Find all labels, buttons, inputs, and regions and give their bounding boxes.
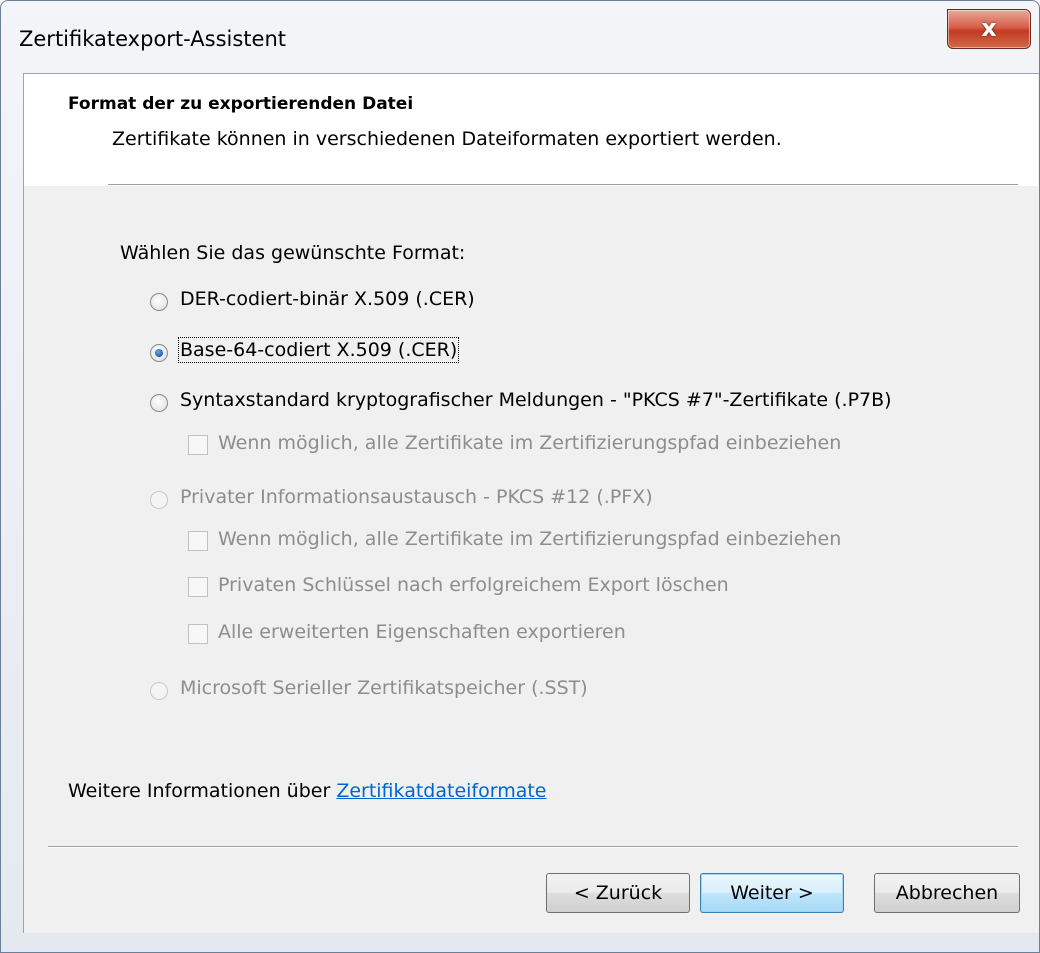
radio-der[interactable] [150,293,168,311]
checkbox-pfx-delete-key[interactable] [188,577,208,597]
checkbox-pfx-include-all-label: Wenn möglich, alle Zertifikate im Zertif… [218,528,842,550]
page-subtitle: Zertifikate können in verschiedenen Date… [112,128,782,150]
wizard-header: Format der zu exportierenden Datei Zerti… [24,74,1038,186]
radio-pfx-label: Privater Informationsaustausch - PKCS #1… [180,486,653,508]
close-icon: x [981,14,997,42]
footer-divider [48,846,1018,848]
more-info-text: Weitere Informationen über [68,780,331,802]
more-info: Weitere Informationen über Zertifikatdat… [68,780,547,802]
radio-pkcs7-label[interactable]: Syntaxstandard kryptografischer Meldunge… [180,389,892,411]
radio-der-label[interactable]: DER-codiert-binär X.509 (.CER) [180,288,475,310]
checkbox-pfx-export-props-label: Alle erweiterten Eigenschaften exportier… [218,621,626,643]
radio-sst[interactable] [150,682,168,700]
radio-pfx[interactable] [150,491,168,509]
next-button[interactable]: Weiter > [700,873,844,913]
close-button[interactable]: x [947,9,1031,49]
radio-pkcs7[interactable] [150,394,168,412]
cancel-button[interactable]: Abbrechen [874,873,1020,913]
checkbox-pfx-delete-key-label: Privaten Schlüssel nach erfolgreichem Ex… [218,574,729,596]
format-prompt: Wählen Sie das gewünschte Format: [120,242,466,264]
checkbox-pfx-include-all[interactable] [188,531,208,551]
checkbox-pkcs7-include-all[interactable] [188,435,208,455]
radio-base64[interactable] [150,344,168,362]
checkbox-pfx-export-props[interactable] [188,624,208,644]
wizard-client-area: Format der zu exportierenden Datei Zerti… [23,73,1039,933]
cert-formats-link[interactable]: Zertifikatdateiformate [336,780,546,802]
radio-base64-label[interactable]: Base-64-codiert X.509 (.CER) [177,337,460,363]
radio-sst-label: Microsoft Serieller Zertifikatspeicher (… [180,677,588,699]
title-bar[interactable]: Zertifikatexport-Assistent x [1,1,1039,81]
window-title: Zertifikatexport-Assistent [19,27,286,51]
page-title: Format der zu exportierenden Datei [68,94,414,114]
back-button[interactable]: < Zurück [546,873,690,913]
checkbox-pkcs7-include-all-label: Wenn möglich, alle Zertifikate im Zertif… [218,432,842,454]
export-wizard-window: Zertifikatexport-Assistent x Format der … [0,0,1040,953]
header-divider [108,184,1018,186]
